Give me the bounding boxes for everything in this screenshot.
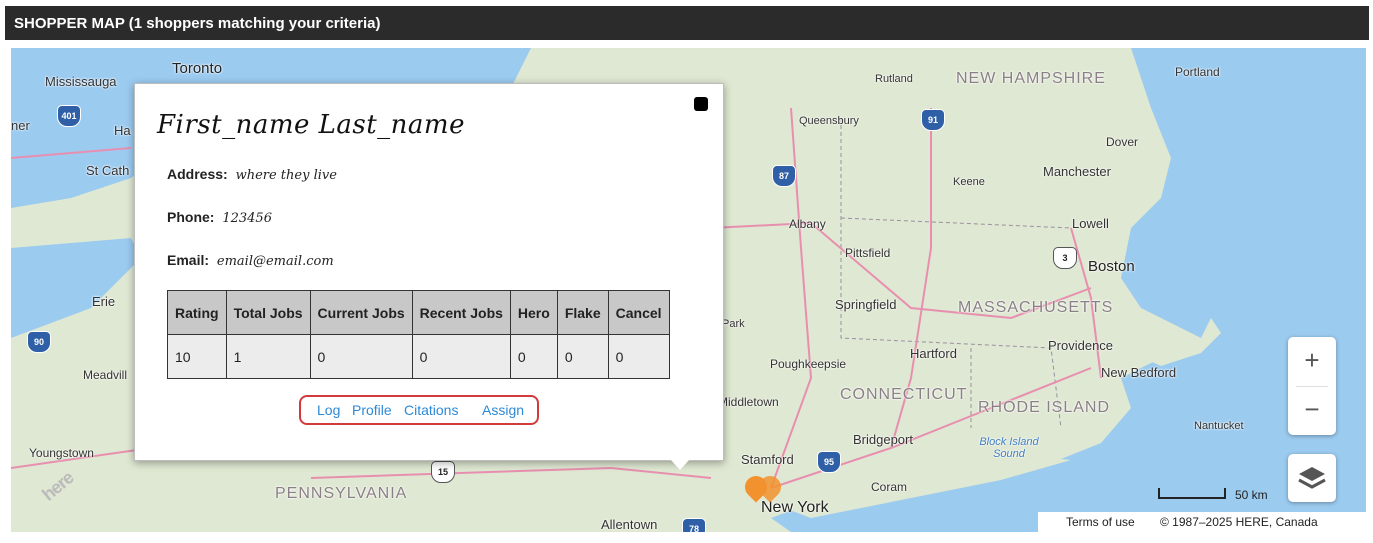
table-row: 10 1 0 0 0 0 0 [167, 334, 670, 379]
shopper-info-popup: First_name Last_name Address: where they… [134, 83, 724, 470]
zoom-out-button[interactable]: − [1288, 386, 1336, 435]
table-cell: 0 [607, 334, 670, 379]
table-header: Hero [509, 290, 558, 335]
terms-of-use-link[interactable]: Terms of use [1066, 515, 1135, 529]
address-value: where they live [235, 168, 337, 183]
map-label: Mississauga [45, 74, 117, 89]
page-header: SHOPPER MAP (1 shoppers matching your cr… [5, 6, 1369, 40]
map-label: Keene [953, 176, 985, 188]
map-label: St Cath [86, 163, 130, 178]
page-title: SHOPPER MAP (1 shoppers matching your cr… [14, 15, 381, 32]
map-label: Queensbury [799, 115, 859, 127]
close-popup-button[interactable] [694, 97, 708, 111]
map-label: Meadvill [83, 368, 128, 382]
shopper-name: First_name Last_name [157, 110, 465, 140]
zoom-in-button[interactable]: + [1288, 337, 1336, 386]
layers-button[interactable] [1288, 454, 1336, 502]
map-label: Allentown [601, 517, 658, 532]
state-border [840, 217, 1072, 229]
email-label: Email: [167, 252, 210, 268]
table-cell: 0 [411, 334, 511, 379]
table-cell: 0 [309, 334, 413, 379]
map-label: CONNECTICUT [840, 386, 968, 403]
map-label: Manchester [1043, 164, 1111, 179]
map-footer: Terms of use © 1987–2025 HERE, Canada [1038, 512, 1366, 532]
map-label: RHODE ISLAND [978, 399, 1111, 416]
assign-link[interactable]: Assign [482, 402, 524, 418]
map-label: Rutland [875, 73, 913, 85]
map-label: Hartford [910, 346, 957, 361]
map-label: NEW HAMPSHIRE [956, 70, 1106, 87]
map-label: Park [722, 318, 745, 330]
phone-value: 123456 [222, 211, 272, 226]
popup-tail [671, 460, 689, 470]
map-label: Block Island Sound [979, 436, 1039, 460]
map-label: Nantucket [1194, 420, 1244, 432]
shopper-actions: Log Profile Citations Assign [299, 395, 539, 425]
citations-link[interactable]: Citations [404, 402, 458, 418]
phone-row: Phone: 123456 [167, 209, 272, 226]
email-value: email@email.com [216, 254, 334, 269]
map-label: Toronto [172, 60, 223, 77]
log-link[interactable]: Log [317, 402, 340, 418]
map-label: Pittsfield [845, 246, 891, 260]
highway-shield: 91 [921, 109, 945, 131]
table-header: Cancel [607, 290, 670, 335]
map-label: Erie [92, 294, 116, 309]
highway [310, 466, 712, 479]
map-label: Youngstown [29, 446, 94, 460]
email-row: Email: email@email.com [167, 252, 334, 269]
shopper-stats-table: Rating Total Jobs Current Jobs Recent Jo… [167, 290, 670, 379]
highway-shield: 95 [817, 451, 841, 473]
table-header: Total Jobs [225, 290, 311, 335]
map-label: Portland [1175, 65, 1220, 79]
table-cell: 0 [556, 334, 609, 379]
map-label: New York [761, 499, 829, 516]
address-row: Address: where they live [167, 166, 337, 183]
map-label: Albany [789, 217, 826, 231]
phone-label: Phone: [167, 209, 215, 225]
table-cell: 10 [167, 334, 227, 379]
highway-shield: 87 [772, 165, 796, 187]
highway-shield: 78 [682, 518, 706, 532]
map-label: ner [11, 118, 30, 133]
address-label: Address: [167, 166, 228, 182]
highway-shield: 401 [57, 105, 81, 127]
map-label: Middletown [718, 395, 779, 409]
map-label: Providence [1048, 338, 1114, 353]
map-label: Boston [1088, 258, 1135, 275]
highway-shield: 15 [431, 461, 455, 483]
table-header: Rating [167, 290, 227, 335]
map-scale-label: 50 km [1235, 488, 1268, 502]
table-header: Recent Jobs [411, 290, 511, 335]
map-scale-bar [1158, 488, 1226, 499]
zoom-divider [1296, 386, 1328, 387]
map-label: Bridgeport [853, 432, 913, 447]
map-label: MASSACHUSETTS [958, 299, 1114, 316]
zoom-control: + − [1288, 337, 1336, 435]
map-label: Coram [871, 480, 908, 494]
atlantic-ocean [771, 48, 1366, 532]
table-cell: 1 [225, 334, 311, 379]
table-cell: 0 [509, 334, 558, 379]
highway-shield: 3 [1053, 247, 1077, 269]
table-header-row: Rating Total Jobs Current Jobs Recent Jo… [167, 290, 670, 335]
map-label: Dover [1106, 135, 1139, 149]
lake-erie [11, 238, 141, 338]
map-label: Stamford [741, 452, 794, 467]
map-label: Springfield [835, 297, 897, 312]
map-label: Ha [114, 123, 131, 138]
map-label: New Bedford [1101, 365, 1177, 380]
table-header: Current Jobs [309, 290, 413, 335]
profile-link[interactable]: Profile [352, 402, 392, 418]
table-header: Flake [556, 290, 609, 335]
map-copyright: © 1987–2025 HERE, Canada [1160, 515, 1318, 529]
map-label: Poughkeepsie [770, 357, 847, 371]
highway-shield: 90 [27, 331, 51, 353]
layers-icon [1298, 467, 1326, 489]
state-border [840, 118, 1062, 429]
map-label: PENNSYLVANIA [275, 485, 408, 502]
map-label: Lowell [1072, 216, 1109, 231]
